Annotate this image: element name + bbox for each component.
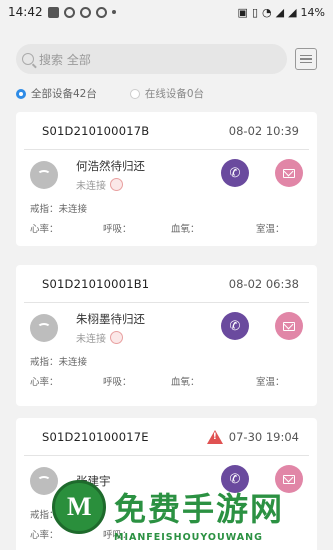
breath-label: 呼吸： xyxy=(103,377,132,388)
watermark-subtitle: MIANFEISHOUYOUWANG xyxy=(114,532,263,543)
warning-icon xyxy=(206,429,223,444)
status-time: 14:42 xyxy=(8,5,43,19)
rehab-label: 戒指： xyxy=(30,204,59,215)
rehab-value: 未连接 xyxy=(58,357,88,368)
breath-label: 呼吸： xyxy=(103,224,132,235)
more-notifications-icon xyxy=(111,10,116,14)
search-icon xyxy=(22,53,34,65)
call-button[interactable]: ✆ xyxy=(221,312,249,340)
device-serial: S01D210100017E xyxy=(42,429,149,444)
filter-online-devices[interactable]: 在线设备0台 xyxy=(129,86,205,101)
room-temp-label: 室温： xyxy=(256,224,285,235)
phone-icon: ✆ xyxy=(229,318,241,334)
user-name: 何浩然待归还 xyxy=(76,159,145,173)
device-card[interactable]: S01D210100017B 08-02 10:39 何浩然待归还 未连接 ✆ … xyxy=(16,112,317,246)
wifi-off-icon xyxy=(37,323,51,333)
phone-icon: ✆ xyxy=(229,165,241,181)
filter-all-devices[interactable]: 全部设备42台 xyxy=(16,86,97,101)
message-button[interactable] xyxy=(275,312,303,340)
device-time: 07-30 19:04 xyxy=(228,429,299,444)
device-avatar xyxy=(30,161,58,189)
room-temp-label: 室温： xyxy=(256,377,285,388)
device-avatar xyxy=(30,314,58,342)
face-icon xyxy=(110,178,123,191)
radio-selected-icon xyxy=(16,88,26,99)
watermark-logo: M xyxy=(52,480,106,534)
device-time: 08-02 06:38 xyxy=(228,276,299,291)
connection-status: 未连接 xyxy=(76,181,106,192)
filter-all-label: 全部设备42台 xyxy=(31,88,97,100)
qq-icon xyxy=(63,6,75,18)
device-serial: S01D21010001B1 xyxy=(42,276,150,291)
connection-status: 未连接 xyxy=(76,334,106,345)
qq-icon-2 xyxy=(79,6,91,18)
user-name: 朱栩墨待归还 xyxy=(76,312,145,326)
vibrate-icon: ▯ xyxy=(251,5,258,19)
message-button[interactable] xyxy=(275,159,303,187)
device-serial: S01D210100017B xyxy=(42,123,150,138)
blood-oxygen-label: 血氧： xyxy=(171,377,200,388)
filter-online-label: 在线设备0台 xyxy=(144,88,205,100)
qq-icon-3 xyxy=(95,6,107,18)
list-view-button[interactable] xyxy=(295,48,317,70)
search-input[interactable]: 搜索 全部 xyxy=(16,44,287,74)
device-card[interactable]: S01D21010001B1 08-02 06:38 朱栩墨待归还 未连接 ✆ … xyxy=(16,265,317,406)
blood-oxygen-label: 血氧： xyxy=(171,224,200,235)
heart-rate-label: 心率： xyxy=(30,377,59,388)
watermark-title: 免费手游网 xyxy=(114,490,285,528)
search-placeholder: 搜索 全部 xyxy=(39,52,91,67)
wifi-icon: ◔ xyxy=(262,5,272,19)
face-icon xyxy=(110,331,123,344)
signal-icon-2: ◢ xyxy=(288,5,297,19)
device-time: 08-02 10:39 xyxy=(228,123,299,138)
heart-rate-label: 心率： xyxy=(30,224,59,235)
battery-level: 14% xyxy=(300,5,325,19)
watermark: M 免费手游网 MIANFEISHOUYOUWANG xyxy=(52,472,333,550)
rehab-value: 未连接 xyxy=(58,204,88,215)
wifi-off-icon xyxy=(37,170,51,180)
radio-unselected-icon xyxy=(129,88,140,99)
call-button[interactable]: ✆ xyxy=(221,159,249,187)
envelope-icon xyxy=(283,168,295,178)
wifi-off-icon xyxy=(37,476,51,486)
signal-icon: ◢ xyxy=(275,5,285,19)
rehab-label: 戒指： xyxy=(30,357,59,368)
status-bar: 14:42 ▣ ▯ ◔ ◢ ◢ 14% xyxy=(0,0,333,24)
gallery-icon xyxy=(47,6,59,18)
nfc-icon: ▣ xyxy=(237,5,248,19)
envelope-icon xyxy=(283,321,295,331)
